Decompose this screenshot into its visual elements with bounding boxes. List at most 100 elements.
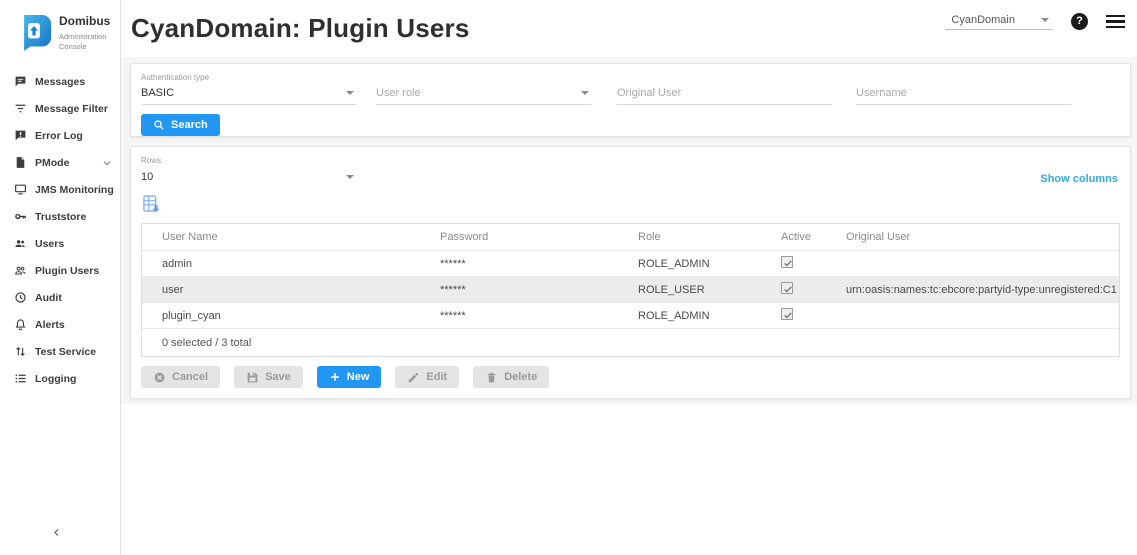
domain-selector-value: CyanDomain — [951, 14, 1015, 26]
col-header-password[interactable]: Password — [420, 231, 618, 243]
table-row[interactable]: admin ****** ROLE_ADMIN — [142, 251, 1119, 277]
active-checkbox[interactable] — [781, 282, 793, 294]
chevron-down-icon[interactable] — [102, 158, 112, 168]
domain-selector[interactable]: CyanDomain — [945, 12, 1053, 30]
sidebar-item-label: Logging — [35, 373, 76, 385]
new-label: New — [347, 371, 370, 383]
sidebar-item-truststore[interactable]: Truststore — [0, 203, 120, 230]
brand-subtitle: Administration Console — [59, 32, 110, 52]
username-input[interactable] — [856, 83, 1071, 105]
cell-password: ****** — [420, 258, 618, 270]
audit-icon — [14, 291, 27, 304]
sidebar-item-label: Audit — [35, 292, 62, 304]
export-csv-button[interactable] — [141, 194, 161, 214]
sidebar-item-label: Messages — [35, 76, 85, 88]
rows-value: 10 — [141, 171, 153, 183]
delete-button[interactable]: Delete — [473, 366, 549, 388]
sidebar-item-message-filter[interactable]: Message Filter — [0, 95, 120, 122]
cell-user-name: user — [142, 284, 420, 296]
edit-label: Edit — [426, 371, 447, 383]
cancel-button[interactable]: Cancel — [141, 366, 220, 388]
logo-text: Domibus Administration Console — [59, 14, 110, 52]
action-buttons: Cancel Save New Edit — [141, 366, 1120, 388]
sidebar-item-label: Alerts — [35, 319, 65, 331]
col-header-active[interactable]: Active — [761, 231, 826, 243]
original-user-input[interactable] — [617, 83, 832, 105]
filter-panel: Authentication type BASIC User role — [130, 63, 1131, 137]
table-footer: 0 selected / 3 total — [142, 329, 1119, 356]
test-service-icon — [14, 345, 27, 358]
plugin-users-icon — [14, 264, 27, 277]
cell-original-user: urn:oasis:names:tc:ebcore:partyid-type:u… — [826, 284, 1119, 296]
delete-label: Delete — [504, 371, 537, 383]
message-filter-icon — [14, 102, 27, 115]
sidebar-item-label: Users — [35, 238, 64, 250]
cell-active — [761, 308, 826, 323]
user-role-select[interactable]: User role — [376, 73, 591, 105]
chevron-down-icon — [346, 175, 354, 179]
check-icon — [783, 310, 793, 320]
new-button[interactable]: New — [317, 366, 382, 388]
sidebar-collapse-button[interactable] — [52, 525, 61, 543]
save-icon — [246, 371, 259, 384]
active-checkbox[interactable] — [781, 256, 793, 268]
col-header-original-user[interactable]: Original User — [826, 231, 1119, 243]
logo-block[interactable]: Domibus Administration Console — [0, 0, 120, 62]
domibus-admin-console: Domibus Administration Console Messages … — [0, 0, 1137, 555]
chevron-left-icon — [52, 527, 61, 538]
cell-password: ****** — [420, 310, 618, 322]
table-row[interactable]: user ****** ROLE_USER urn:oasis:names:tc… — [142, 277, 1119, 303]
auth-type-label: Authentication type — [141, 73, 356, 83]
sidebar-item-pmode[interactable]: PMode — [0, 149, 120, 176]
active-checkbox[interactable] — [781, 308, 793, 320]
check-icon — [783, 258, 793, 268]
cell-role: ROLE_USER — [618, 284, 761, 296]
sidebar: Domibus Administration Console Messages … — [0, 0, 121, 555]
search-icon — [153, 119, 165, 131]
col-header-user-name[interactable]: User Name — [142, 231, 420, 243]
sidebar-nav: Messages Message Filter Error Log PMode … — [0, 68, 120, 392]
save-label: Save — [265, 371, 291, 383]
table-row[interactable]: plugin_cyan ****** ROLE_ADMIN — [142, 303, 1119, 329]
hamburger-menu-icon[interactable] — [1106, 15, 1125, 29]
cell-active — [761, 256, 826, 271]
sidebar-item-audit[interactable]: Audit — [0, 284, 120, 311]
sidebar-item-label: Error Log — [35, 130, 83, 142]
plus-icon — [329, 371, 341, 383]
edit-pencil-icon — [407, 371, 420, 384]
truststore-icon — [14, 210, 27, 223]
sidebar-item-messages[interactable]: Messages — [0, 68, 120, 95]
show-columns-link[interactable]: Show columns — [1040, 173, 1118, 185]
save-button[interactable]: Save — [234, 366, 303, 388]
help-button[interactable]: ? — [1071, 13, 1088, 30]
chevron-down-icon — [1041, 18, 1049, 22]
cell-password: ****** — [420, 284, 618, 296]
edit-button[interactable]: Edit — [395, 366, 459, 388]
original-user-field-wrap — [617, 73, 832, 105]
col-header-role[interactable]: Role — [618, 231, 761, 243]
export-csv-icon — [141, 194, 161, 214]
search-button[interactable]: Search — [141, 114, 220, 136]
page-title: CyanDomain: Plugin Users — [131, 13, 470, 44]
jms-monitoring-icon — [14, 183, 27, 196]
sidebar-item-users[interactable]: Users — [0, 230, 120, 257]
domibus-logo-icon — [16, 14, 52, 52]
check-icon — [783, 284, 793, 294]
sidebar-item-logging[interactable]: Logging — [0, 365, 120, 392]
auth-type-select[interactable]: Authentication type BASIC — [141, 73, 356, 105]
sidebar-item-alerts[interactable]: Alerts — [0, 311, 120, 338]
main-area: CyanDomain: Plugin Users CyanDomain ? Au… — [121, 0, 1137, 555]
sidebar-item-jms-monitoring[interactable]: JMS Monitoring — [0, 176, 120, 203]
user-role-placeholder: User role — [376, 87, 421, 99]
top-right-controls: CyanDomain ? — [945, 12, 1125, 30]
sidebar-item-plugin-users[interactable]: Plugin Users — [0, 257, 120, 284]
search-button-label: Search — [171, 119, 208, 131]
sidebar-item-test-service[interactable]: Test Service — [0, 338, 120, 365]
cancel-icon — [153, 371, 166, 384]
users-icon — [14, 237, 27, 250]
help-glyph: ? — [1076, 15, 1083, 27]
sidebar-item-error-log[interactable]: Error Log — [0, 122, 120, 149]
sidebar-item-label: JMS Monitoring — [35, 184, 114, 196]
cell-role: ROLE_ADMIN — [618, 310, 761, 322]
rows-per-page-select[interactable]: Rows 10 — [141, 156, 356, 188]
